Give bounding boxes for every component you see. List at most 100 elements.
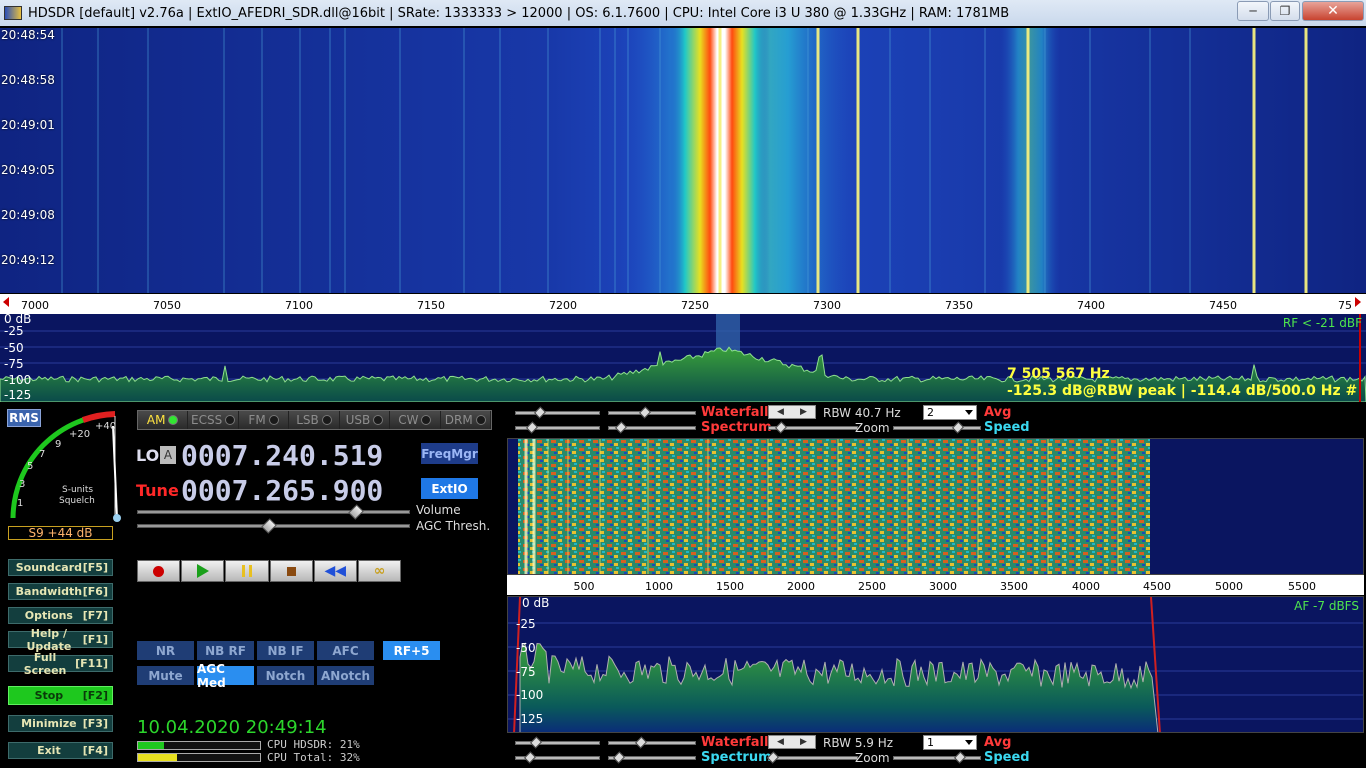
slider-thumb[interactable] (529, 736, 543, 749)
slider-thumb[interactable] (533, 406, 547, 419)
nb-rf-button[interactable]: NB RF (197, 641, 254, 660)
lo-frequency-display[interactable]: 0007.240.519 (181, 439, 383, 472)
s-meter-caption: S-units (62, 485, 94, 495)
exit-button[interactable]: Exit [F4] (8, 742, 113, 759)
db-label: -25 (4, 324, 24, 338)
hotkey-label: [F2] (82, 689, 108, 702)
freq-tick-label: 75 (1338, 299, 1352, 312)
zoom-label: Zoom (855, 421, 890, 435)
stop-playback-button[interactable] (269, 560, 313, 582)
slider-thumb[interactable] (523, 751, 537, 764)
led-icon (225, 415, 236, 425)
waterfall2-nav-buttons[interactable]: ◀ ▶ (768, 735, 816, 749)
extio-button[interactable]: ExtIO (421, 478, 478, 499)
spectrum-brightness-slider[interactable] (608, 421, 696, 434)
freq-tick-label: 7250 (681, 299, 709, 312)
freqmgr-button[interactable]: FreqMgr (421, 443, 478, 464)
title-bar: HDSDR [default] v2.76a | ExtIO_AFEDRI_SD… (0, 0, 1366, 26)
nb-if-button[interactable]: NB IF (257, 641, 314, 660)
mode-am-button[interactable]: AM (138, 411, 189, 429)
help-update-button[interactable]: Help / Update [F1] (8, 627, 113, 653)
audio-freq-tick-label: 500 (573, 580, 595, 593)
tune-frequency-display[interactable]: 0007.265.900 (181, 474, 383, 507)
db-label: -100 (4, 373, 32, 387)
agc-threshold-slider-thumb[interactable] (261, 518, 277, 534)
close-window-button[interactable]: ✕ (1302, 1, 1364, 21)
loop-button[interactable]: ∞ (357, 560, 402, 582)
main-waterfall[interactable]: 20:48:54 20:48:58 20:49:01 20:49:05 20:4… (0, 28, 1366, 293)
avg-select[interactable]: 2 (923, 405, 977, 420)
full-screen-button[interactable]: Full Screen [F11] (8, 651, 113, 677)
mode-usb-button[interactable]: USB (339, 411, 391, 429)
mode-ecss-button[interactable]: ECSS (188, 411, 239, 429)
audio-spectrum[interactable]: 0 dB -25 -50 -75 -100 -125 AF -7 dBFS (507, 596, 1364, 733)
freq-tick-label: 7000 (21, 299, 49, 312)
rf-gain-button[interactable]: RF+5 (383, 641, 440, 660)
speed2-slider[interactable] (893, 751, 981, 764)
afc-button[interactable]: AFC (317, 641, 374, 660)
nr-button[interactable]: NR (137, 641, 194, 660)
audio-db-label: -100 (516, 688, 544, 702)
slider-thumb[interactable] (638, 406, 652, 419)
mode-cw-button[interactable]: CW (390, 411, 441, 429)
s-meter[interactable]: RMS 1 3 5 7 9 +20 +40 S-units Squelch (5, 406, 122, 526)
slider-thumb[interactable] (525, 421, 539, 434)
scroll-right-icon[interactable] (1355, 297, 1361, 307)
slider-thumb[interactable] (953, 751, 967, 764)
agc-mode-button[interactable]: AGC Med (197, 662, 254, 690)
scroll-left-icon[interactable] (3, 297, 9, 307)
mode-fm-button[interactable]: FM (238, 411, 290, 429)
spectrum2-brightness-slider[interactable] (608, 751, 696, 764)
app-icon (4, 6, 22, 20)
waterfall-nav-buttons[interactable]: ◀ ▶ (768, 405, 816, 419)
speed-slider[interactable] (893, 421, 981, 434)
db-label: -50 (4, 341, 24, 355)
spectrum2-contrast-slider[interactable] (515, 751, 600, 764)
audio-waterfall[interactable] (507, 438, 1364, 575)
waterfall-brightness-slider[interactable] (608, 406, 696, 419)
bandwidth-button[interactable]: Bandwidth [F6] (8, 583, 113, 600)
nav-left-icon: ◀ (777, 737, 784, 747)
frequency-scale[interactable]: 7000 7050 7100 7150 7200 7250 7300 7350 … (0, 294, 1366, 314)
zoom-slider[interactable] (768, 421, 858, 434)
zoom2-slider[interactable] (766, 751, 858, 764)
waterfall2-contrast-slider[interactable] (515, 736, 600, 749)
slider-thumb[interactable] (634, 736, 648, 749)
maximize-window-button[interactable]: ❐ (1270, 1, 1300, 21)
slider-thumb[interactable] (951, 421, 965, 434)
zoom-label: Zoom (855, 751, 890, 765)
notch-button[interactable]: Notch (257, 666, 314, 685)
slider-thumb[interactable] (614, 421, 628, 434)
play-button[interactable] (181, 560, 225, 582)
rms-toggle-button[interactable]: RMS (7, 409, 41, 427)
record-button[interactable] (137, 560, 181, 582)
volume-slider[interactable] (137, 504, 410, 520)
slider-thumb[interactable] (612, 751, 626, 764)
anotch-button[interactable]: ANotch (317, 666, 374, 685)
spectrum-contrast-slider[interactable] (515, 421, 600, 434)
waterfall2-brightness-slider[interactable] (608, 736, 696, 749)
slider-thumb[interactable] (774, 421, 788, 434)
minimize-button[interactable]: Minimize [F3] (8, 715, 113, 732)
waterfall-contrast-slider[interactable] (515, 406, 600, 419)
lo-lock-button[interactable]: A (160, 446, 176, 464)
mute-button[interactable]: Mute (137, 666, 194, 685)
agc-threshold-slider[interactable] (137, 518, 410, 534)
stop-button[interactable]: Stop [F2] (8, 686, 113, 705)
mode-lsb-button[interactable]: LSB (289, 411, 340, 429)
hotkey-label: [F7] (82, 609, 108, 622)
avg2-select[interactable]: 1 (923, 735, 977, 750)
rewind-button[interactable]: ◀◀ (313, 560, 357, 582)
mode-drm-button[interactable]: DRM (440, 411, 491, 429)
pause-button[interactable] (225, 560, 269, 582)
avg-select-value: 2 (927, 406, 934, 419)
record-icon (153, 565, 165, 577)
main-spectrum[interactable]: 0 dB -25 -50 -75 -100 -125 RF < -21 dBF … (0, 314, 1366, 402)
cpu-hdsdr-fill (138, 742, 164, 749)
soundcard-button[interactable]: Soundcard [F5] (8, 559, 113, 576)
minimize-window-button[interactable]: ─ (1237, 1, 1269, 21)
options-button[interactable]: Options [F7] (8, 607, 113, 624)
audio-frequency-scale[interactable]: 500 1000 1500 2000 2500 3000 3500 4000 4… (507, 575, 1364, 595)
audio-freq-tick-label: 4000 (1072, 580, 1100, 593)
mode-label: AM (146, 413, 166, 427)
